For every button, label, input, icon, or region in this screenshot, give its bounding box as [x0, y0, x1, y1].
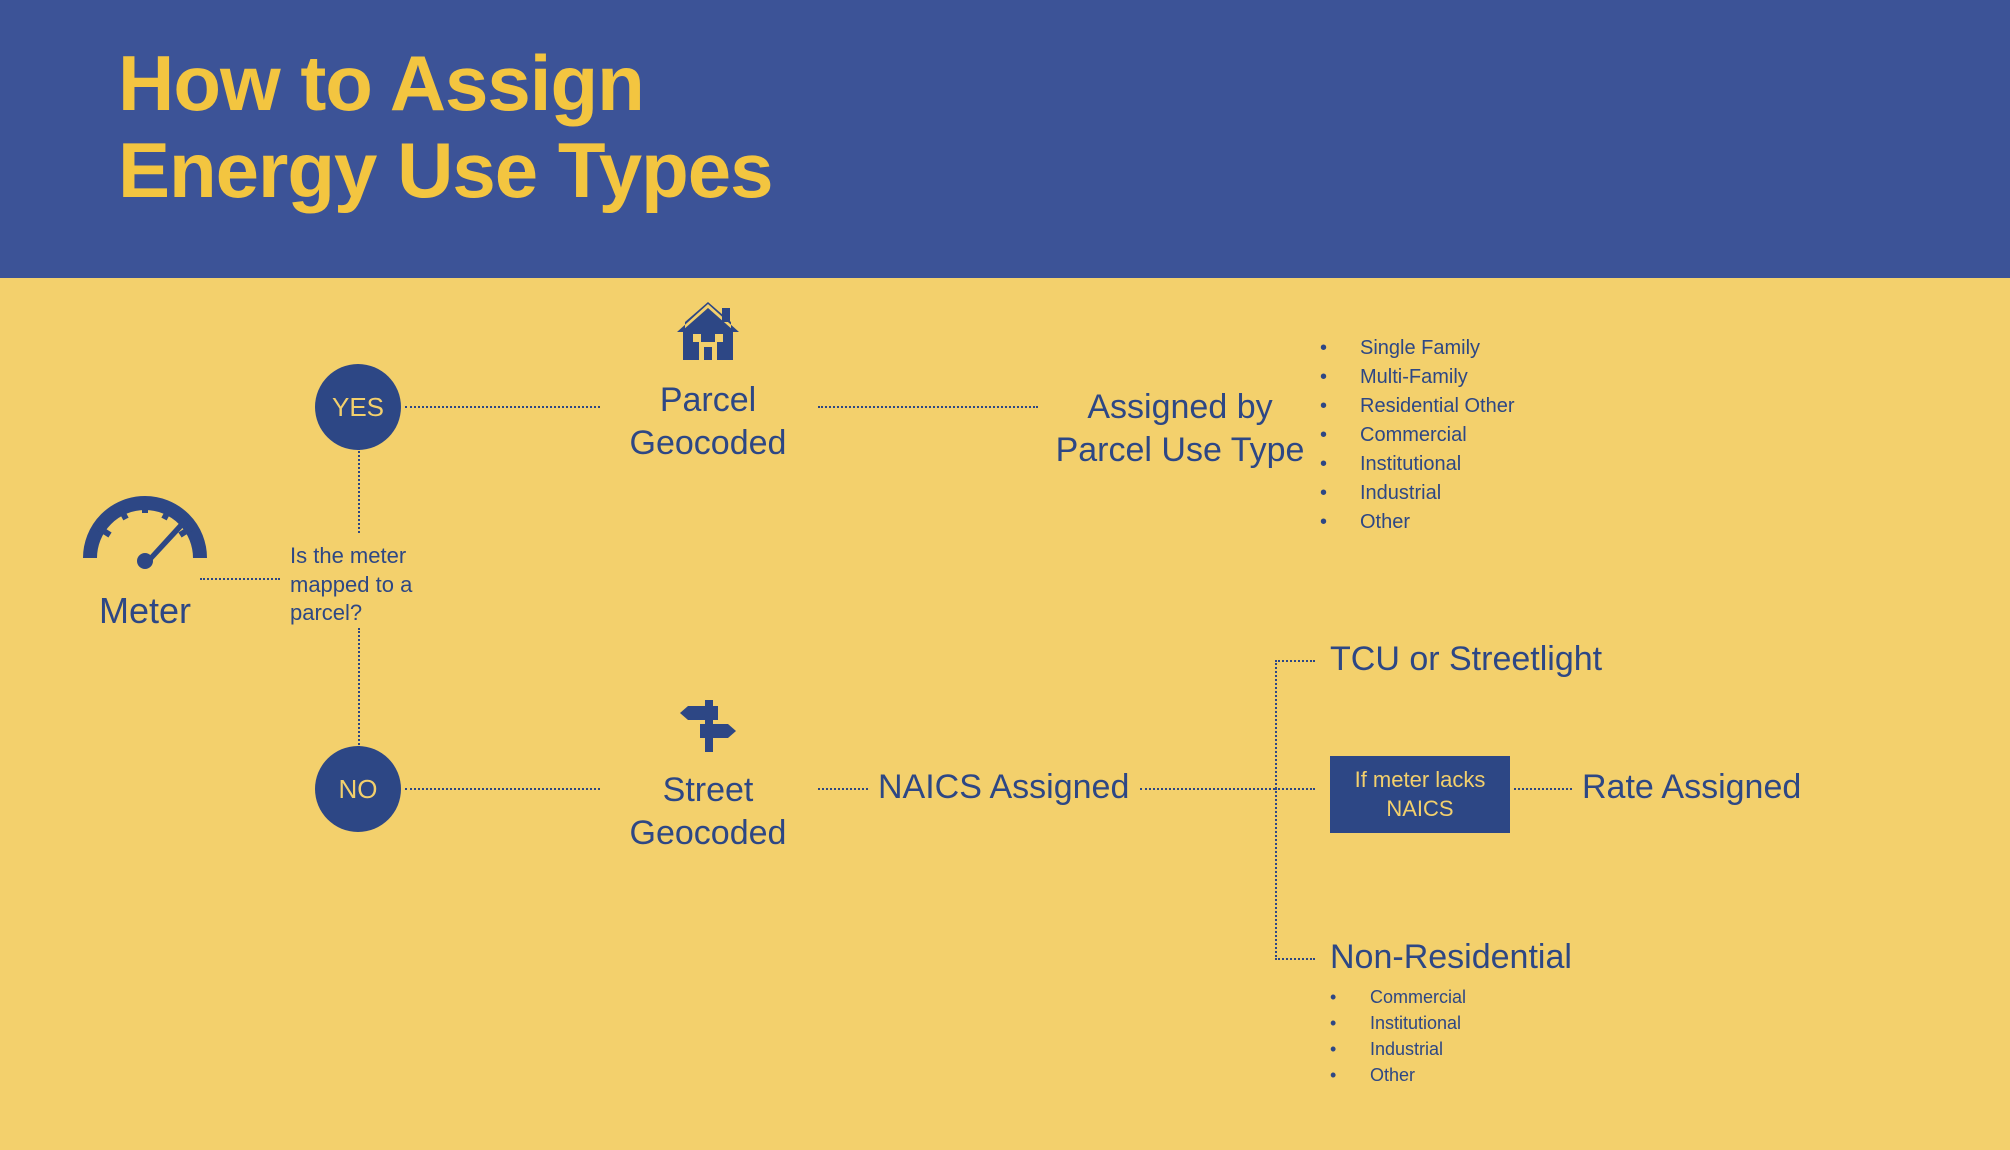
parcel-geocoded-l1: Parcel: [660, 381, 756, 419]
connector: [818, 788, 868, 790]
connector: [1275, 660, 1277, 960]
connector: [1514, 788, 1572, 790]
rate-assigned: Rate Assigned: [1582, 768, 1801, 807]
meter-label: Meter: [70, 590, 220, 632]
naics-assigned: NAICS Assigned: [878, 768, 1129, 807]
nonres-type-item: Other: [1330, 1062, 1466, 1088]
yes-node: YES: [315, 364, 401, 450]
connector: [358, 448, 360, 533]
question-line-3: parcel?: [290, 599, 412, 628]
if-lacks-l1: If meter lacks: [1355, 767, 1486, 792]
tcu-streetlight: TCU or Streetlight: [1330, 640, 1602, 679]
connector: [1140, 788, 1275, 790]
connector: [818, 406, 1038, 408]
no-node: NO: [315, 746, 401, 832]
connector: [1275, 958, 1315, 960]
question-line-1: Is the meter: [290, 542, 412, 571]
parcel-type-item: Other: [1320, 508, 1515, 537]
parcel-type-item: Institutional: [1320, 450, 1515, 479]
assigned-by-l1: Assigned by: [1087, 388, 1272, 426]
parcel-type-item: Commercial: [1320, 421, 1515, 450]
connector: [405, 788, 600, 790]
connector: [358, 628, 360, 748]
title-line-1: How to Assign: [118, 39, 644, 127]
parcel-geocoded-node: Parcel Geocoded: [608, 302, 808, 464]
nonres-type-item: Industrial: [1330, 1036, 1466, 1062]
question-line-2: mapped to a: [290, 571, 412, 600]
assigned-by-parcel: Assigned by Parcel Use Type: [1050, 386, 1310, 471]
yes-circle: YES: [315, 364, 401, 450]
if-lacks-naics-box: If meter lacks NAICS: [1330, 756, 1510, 833]
meter-icon: [70, 478, 220, 573]
signpost-icon: [678, 696, 738, 756]
connector: [200, 578, 280, 580]
connector: [1275, 788, 1315, 790]
street-geocoded-l1: Street: [663, 771, 754, 809]
parcel-type-item: Single Family: [1320, 334, 1515, 363]
meter-node: Meter: [70, 478, 220, 632]
nonres-types-list: Commercial Institutional Industrial Othe…: [1330, 984, 1466, 1088]
parcel-types-list: Single Family Multi-Family Residential O…: [1320, 334, 1515, 537]
decision-question: Is the meter mapped to a parcel?: [290, 542, 412, 628]
connector: [405, 406, 600, 408]
non-residential: Non-Residential: [1330, 938, 1572, 977]
parcel-type-item: Residential Other: [1320, 392, 1515, 421]
parcel-type-item: Multi-Family: [1320, 363, 1515, 392]
page-title: How to Assign Energy Use Types: [118, 40, 2010, 215]
street-geocoded-node: Street Geocoded: [608, 696, 808, 854]
parcel-geocoded-l2: Geocoded: [630, 424, 787, 462]
yes-label: YES: [332, 392, 384, 423]
if-lacks-l2: NAICS: [1386, 796, 1453, 821]
header-bar: How to Assign Energy Use Types: [0, 0, 2010, 278]
title-line-2: Energy Use Types: [118, 126, 773, 214]
home-icon: [673, 302, 743, 366]
nonres-type-item: Commercial: [1330, 984, 1466, 1010]
no-label: NO: [339, 774, 378, 805]
flowchart-canvas: Meter Is the meter mapped to a parcel? Y…: [0, 278, 2010, 1150]
no-circle: NO: [315, 746, 401, 832]
assigned-by-l2: Parcel Use Type: [1056, 431, 1305, 469]
parcel-type-item: Industrial: [1320, 479, 1515, 508]
connector: [1275, 660, 1315, 662]
nonres-type-item: Institutional: [1330, 1010, 1466, 1036]
street-geocoded-l2: Geocoded: [630, 814, 787, 852]
